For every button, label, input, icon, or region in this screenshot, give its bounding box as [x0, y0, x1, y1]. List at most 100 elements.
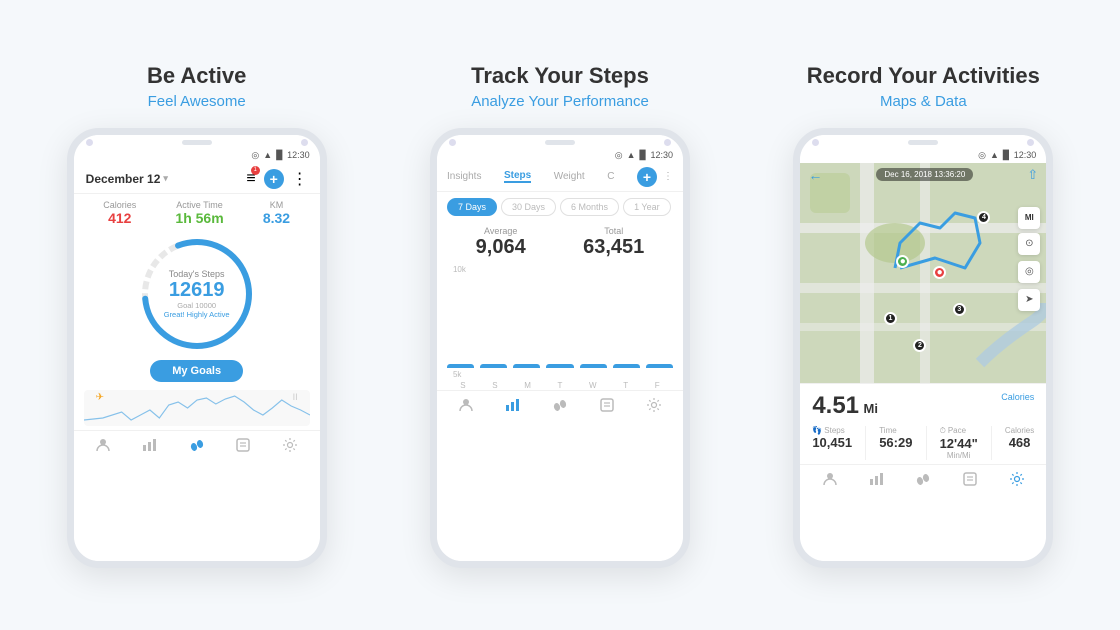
act-stat-steps: 👣 Steps 10,451: [812, 426, 852, 460]
status-battery-icon-3: ▉: [1003, 150, 1010, 161]
camera-1b: [301, 139, 308, 146]
activity-main-value-row: 4.51 Mi Calories: [812, 392, 1034, 420]
bar-w: [580, 364, 607, 368]
panel-subtitle-1: Feel Awesome: [148, 93, 246, 110]
tab-steps[interactable]: Steps: [504, 170, 531, 183]
speaker-3: [908, 140, 938, 145]
speaker-2: [545, 140, 575, 145]
status-time-2: 12:30: [650, 150, 673, 160]
phone1-top-bar: [74, 135, 320, 148]
map-header: ← Dec 16, 2018 13:36:20 ⇧: [800, 163, 1046, 187]
day-s1: S: [460, 381, 465, 390]
phone1-nav: [74, 430, 320, 457]
status-bar-2: ◎ ▲ ▉ 12:30: [437, 148, 683, 163]
phone-2: ◎ ▲ ▉ 12:30 Insights Steps Weight C + ⋮: [430, 128, 690, 568]
nav-me-3[interactable]: [822, 471, 838, 487]
phone2-body: Insights Steps Weight C + ⋮ 7 Days 30 Da…: [437, 163, 683, 561]
add-button[interactable]: +: [264, 169, 284, 189]
bar-f-fill: [646, 364, 673, 368]
divider-2: [926, 426, 927, 460]
phone-3: ◎ ▲ ▉ 12:30: [793, 128, 1053, 568]
speaker-1: [182, 140, 212, 145]
bar-s1-fill: [447, 364, 474, 368]
bar-m-fill: [513, 364, 540, 368]
time-tab-7days[interactable]: 7 Days: [447, 198, 497, 216]
time-tab-1year[interactable]: 1 Year: [623, 198, 671, 216]
nav-me-2[interactable]: [458, 397, 474, 413]
act-stats-row: 👣 Steps 10,451 Time 56:29: [812, 426, 1034, 460]
status-wifi-icon-2: ◎: [615, 150, 623, 161]
map-zoom-icon[interactable]: ⊙: [1018, 233, 1040, 255]
y-label-mid: 5k: [447, 370, 673, 379]
nav-settings-2[interactable]: [646, 397, 662, 413]
act-stat-time: Time 56:29: [879, 426, 912, 460]
phone3-nav: [800, 464, 1046, 491]
phone3-body: ← Dec 16, 2018 13:36:20 ⇧ 1 2 3 4 ● ● ⊙ …: [800, 163, 1046, 561]
notification-icon[interactable]: ≡: [246, 170, 255, 188]
nav-stats-1[interactable]: [142, 437, 158, 453]
tab-right-icons: + ⋮: [637, 167, 673, 187]
avg-stat: Average 9,064: [476, 226, 526, 259]
day-m: M: [524, 381, 531, 390]
my-goals-button[interactable]: My Goals: [150, 360, 243, 382]
add-button-2[interactable]: +: [637, 167, 657, 187]
date-display: December 12 ▾: [86, 172, 168, 186]
time-tab-6months[interactable]: 6 Months: [560, 198, 619, 216]
status-battery-icon: ▉: [276, 150, 283, 161]
status-wifi-icon: ◎: [251, 150, 259, 161]
y-label-top: 10k: [447, 265, 673, 274]
nav-settings-1[interactable]: [282, 437, 298, 453]
camera-1: [86, 139, 93, 146]
details-link[interactable]: Calories: [1001, 392, 1034, 402]
day-f: F: [655, 381, 660, 390]
nav-steps-2[interactable]: [552, 397, 568, 413]
tab-insights[interactable]: Insights: [447, 171, 481, 182]
day-s2: S: [492, 381, 497, 390]
header-icons: ≡ + ⋮: [246, 169, 307, 189]
camera-3: [812, 139, 819, 146]
steps-stats: Average 9,064 Total 63,451: [437, 222, 683, 261]
phone1-body: December 12 ▾ ≡ + ⋮ Calories 412: [74, 163, 320, 561]
nav-stats-3[interactable]: [869, 471, 885, 487]
nav-stats-2[interactable]: [505, 397, 521, 413]
phone2-nav: [437, 390, 683, 417]
day-t2: T: [623, 381, 628, 390]
tab-weight[interactable]: Weight: [554, 171, 585, 182]
status-battery-icon-2: ▉: [640, 150, 647, 161]
main-container: Be Active Feel Awesome ◎ ▲ ▉ 12:30: [0, 43, 1120, 588]
panel-subtitle-2: Analyze Your Performance: [471, 93, 649, 110]
panel-title-3: Record Your Activities: [807, 63, 1040, 89]
date-caret: ▾: [163, 173, 168, 184]
status-bar-1: ◎ ▲ ▉ 12:30: [74, 148, 320, 163]
map-nav-icon[interactable]: ➤: [1018, 289, 1040, 311]
status-bar-3: ◎ ▲ ▉ 12:30: [800, 148, 1046, 163]
bar-chart: 10k: [437, 261, 683, 381]
map-back-button[interactable]: ←: [808, 167, 822, 183]
more-icon[interactable]: ⋮: [292, 169, 308, 189]
more-icon-2[interactable]: ⋮: [663, 171, 673, 182]
tab-c[interactable]: C: [607, 171, 614, 182]
nav-steps-3[interactable]: [915, 471, 931, 487]
bar-m: [513, 364, 540, 368]
map-share-button[interactable]: ⇧: [1027, 167, 1038, 183]
time-tab-30days[interactable]: 30 Days: [501, 198, 556, 216]
panel-title-1: Be Active: [147, 63, 246, 89]
map-eye-icon[interactable]: ◎: [1018, 261, 1040, 283]
steps-circle: Today's Steps 12619 Goal 10000 Great! Hi…: [137, 234, 257, 354]
map-pin-2: 2: [913, 339, 926, 352]
act-stat-calories: Calories 468: [1005, 426, 1034, 460]
bar-chart-inner: [447, 276, 673, 368]
nav-log-2[interactable]: [599, 397, 615, 413]
camera-3b: [1027, 139, 1034, 146]
map-label-mi: MI: [1018, 207, 1040, 229]
nav-settings-3[interactable]: [1009, 471, 1025, 487]
nav-steps-1[interactable]: [189, 437, 205, 453]
act-main-unit: Mi: [863, 401, 877, 416]
total-stat: Total 63,451: [583, 226, 644, 259]
panel-track-steps: Track Your Steps Analyze Your Performanc…: [393, 63, 726, 568]
pace-icon: ⏱: [940, 426, 946, 436]
nav-me-1[interactable]: [95, 437, 111, 453]
camera-2: [449, 139, 456, 146]
nav-log-1[interactable]: [235, 437, 251, 453]
nav-log-3[interactable]: [962, 471, 978, 487]
